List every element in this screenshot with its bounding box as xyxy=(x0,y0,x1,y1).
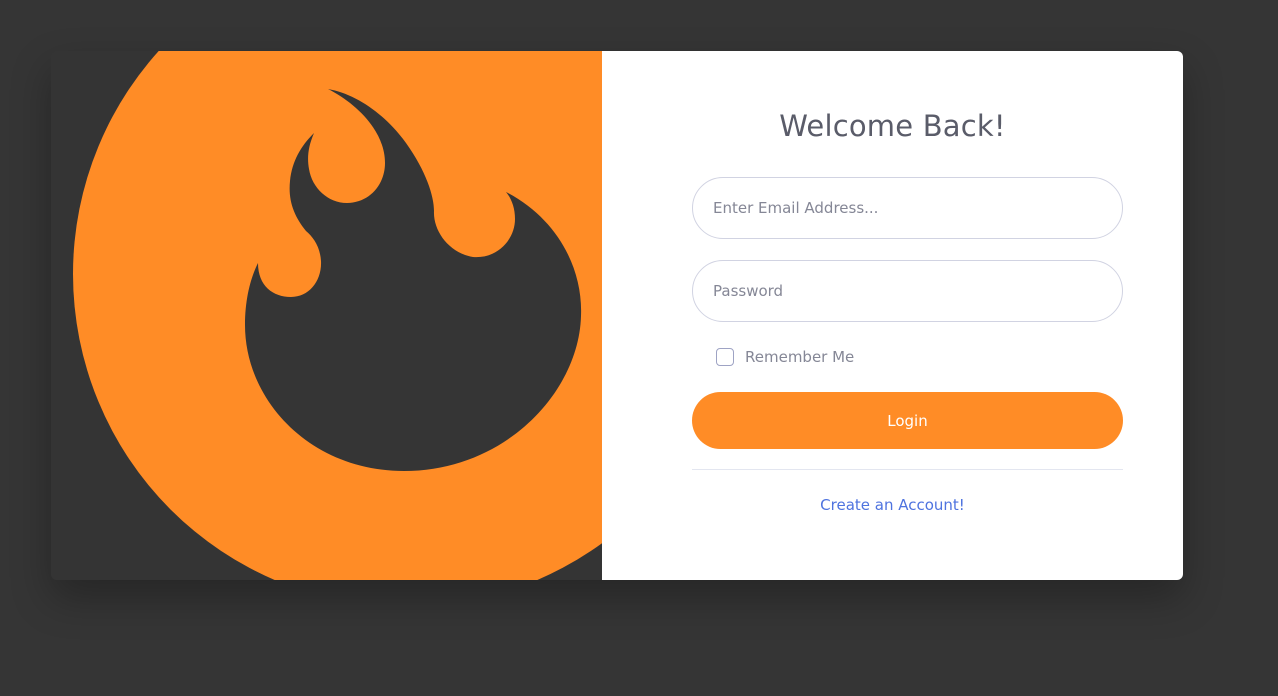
create-account-link[interactable]: Create an Account! xyxy=(602,496,1183,514)
remember-me-checkbox[interactable] xyxy=(716,348,734,366)
page-title: Welcome Back! xyxy=(779,109,1006,143)
email-field[interactable] xyxy=(692,177,1123,239)
login-form-panel: Welcome Back! Remember Me Login Create a… xyxy=(602,51,1183,580)
login-button[interactable]: Login xyxy=(692,392,1123,449)
password-field[interactable] xyxy=(692,260,1123,322)
remember-me-row[interactable]: Remember Me xyxy=(716,346,854,368)
flame-icon xyxy=(73,51,602,580)
login-card: Welcome Back! Remember Me Login Create a… xyxy=(51,51,1183,580)
brand-panel xyxy=(51,51,602,580)
divider xyxy=(692,469,1123,470)
remember-me-label[interactable]: Remember Me xyxy=(745,348,854,366)
